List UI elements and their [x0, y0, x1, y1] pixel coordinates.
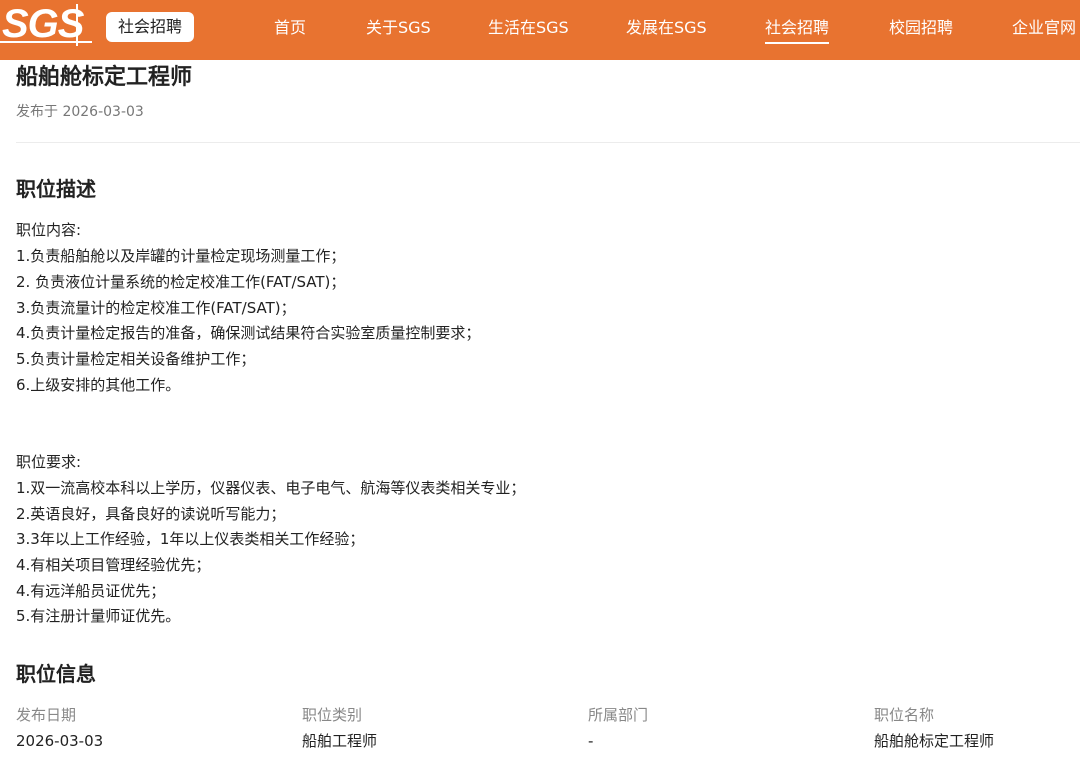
- logo-underline: [0, 41, 92, 43]
- sgs-logo[interactable]: SGS: [0, 0, 92, 48]
- nav-social-recruit[interactable]: 社会招聘: [765, 16, 830, 44]
- nav-about[interactable]: 关于SGS: [366, 16, 431, 40]
- info-value-category: 船舶工程师: [302, 732, 378, 750]
- publish-date: 发布于 2026-03-03: [16, 104, 144, 120]
- nav-growth[interactable]: 发展在SGS: [626, 16, 707, 40]
- nav-home[interactable]: 首页: [274, 16, 306, 40]
- requirement-line: 5.有注册计量师证优先。: [16, 607, 181, 625]
- content-line: 3.负责流量计的检定校准工作(FAT/SAT)；: [16, 299, 296, 317]
- content-line: 4.负责计量检定报告的准备，确保测试结果符合实验室质量控制要求；: [16, 324, 481, 342]
- content-line: 2. 负责液位计量系统的检定校准工作(FAT/SAT)；: [16, 273, 346, 291]
- info-label-department: 所属部门: [588, 706, 649, 724]
- info-label-category: 职位类别: [302, 706, 363, 724]
- requirement-line: 3.3年以上工作经验，1年以上仪表类相关工作经验；: [16, 530, 365, 548]
- top-header: SGS 社会招聘 首页 关于SGS 生活在SGS 发展在SGS 社会招聘 校园招…: [0, 0, 1080, 60]
- job-title: 船舶舱标定工程师: [16, 65, 193, 90]
- content-line: 1.负责船舶舱以及岸罐的计量检定现场测量工作；: [16, 247, 346, 265]
- logo-text: SGS: [2, 2, 84, 46]
- divider: [16, 142, 1080, 143]
- nav-campus-recruit[interactable]: 校园招聘: [889, 16, 953, 40]
- nav-corporate-site[interactable]: 企业官网: [1012, 16, 1076, 40]
- info-label-publish-date: 发布日期: [16, 706, 77, 724]
- requirement-line: 1.双一流高校本科以上学历，仪器仪表、电子电气、航海等仪表类相关专业；: [16, 479, 526, 497]
- logo-mark: [76, 4, 78, 46]
- info-label-position-name: 职位名称: [874, 706, 935, 724]
- requirement-line: 4.有相关项目管理经验优先；: [16, 556, 211, 574]
- info-heading: 职位信息: [16, 662, 96, 686]
- content-line: 6.上级安排的其他工作。: [16, 376, 181, 394]
- requirement-line: 2.英语良好，具备良好的读说听写能力；: [16, 505, 286, 523]
- info-value-position-name: 船舶舱标定工程师: [874, 732, 995, 750]
- description-heading: 职位描述: [16, 177, 96, 201]
- section-badge[interactable]: 社会招聘: [106, 12, 194, 42]
- requirements-title: 职位要求:: [16, 453, 82, 471]
- nav-life[interactable]: 生活在SGS: [488, 16, 569, 40]
- info-value-publish-date: 2026-03-03: [16, 732, 104, 750]
- content-line: 5.负责计量检定相关设备维护工作；: [16, 350, 256, 368]
- content-title: 职位内容:: [16, 221, 82, 239]
- requirement-line: 4.有远洋船员证优先；: [16, 582, 166, 600]
- info-value-department: -: [588, 732, 594, 750]
